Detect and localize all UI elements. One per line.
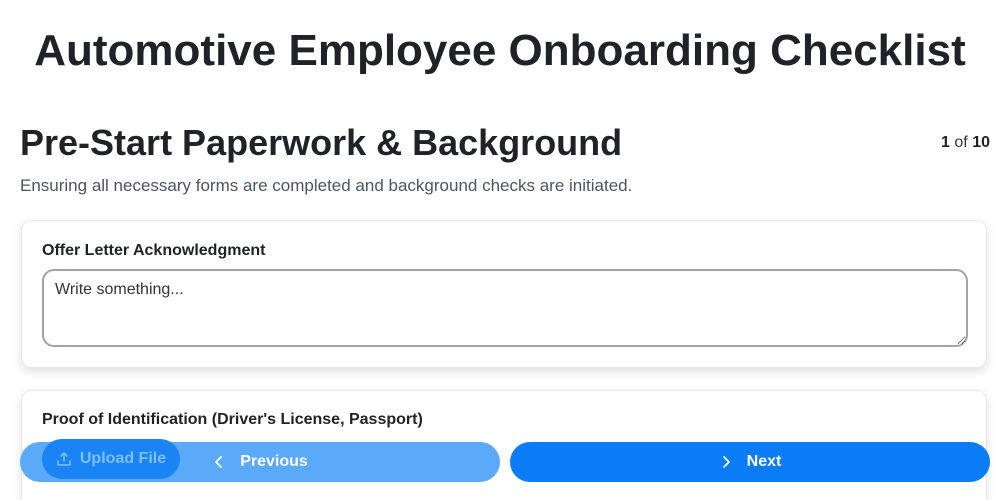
next-button[interactable]: Next	[510, 442, 990, 482]
chevron-left-icon	[215, 456, 223, 468]
next-label: Next	[746, 453, 782, 470]
previous-label: Previous	[240, 453, 308, 470]
step-of-label: of	[954, 134, 968, 151]
upload-file-button[interactable]: Upload File	[42, 439, 180, 479]
chevron-right-icon	[722, 456, 730, 468]
total-steps: 10	[972, 134, 990, 151]
section-subtitle: Ensuring all necessary forms are complet…	[20, 176, 633, 195]
upload-file-label: Upload File	[79, 450, 167, 467]
page-title: Automotive Employee Onboarding Checklist	[34, 26, 966, 75]
current-step: 1	[941, 134, 950, 151]
upload-icon	[57, 452, 71, 466]
section-title: Pre-Start Paperwork & Background	[20, 122, 623, 163]
offer-letter-card: Offer Letter Acknowledgment	[21, 220, 987, 368]
identification-label: Proof of Identification (Driver's Licens…	[42, 411, 423, 428]
onboarding-page: Automotive Employee Onboarding Checklist…	[0, 0, 1000, 500]
offer-letter-label: Offer Letter Acknowledgment	[42, 242, 266, 259]
offer-letter-textarea[interactable]	[42, 269, 968, 347]
step-indicator: 1 of 10	[941, 134, 990, 152]
